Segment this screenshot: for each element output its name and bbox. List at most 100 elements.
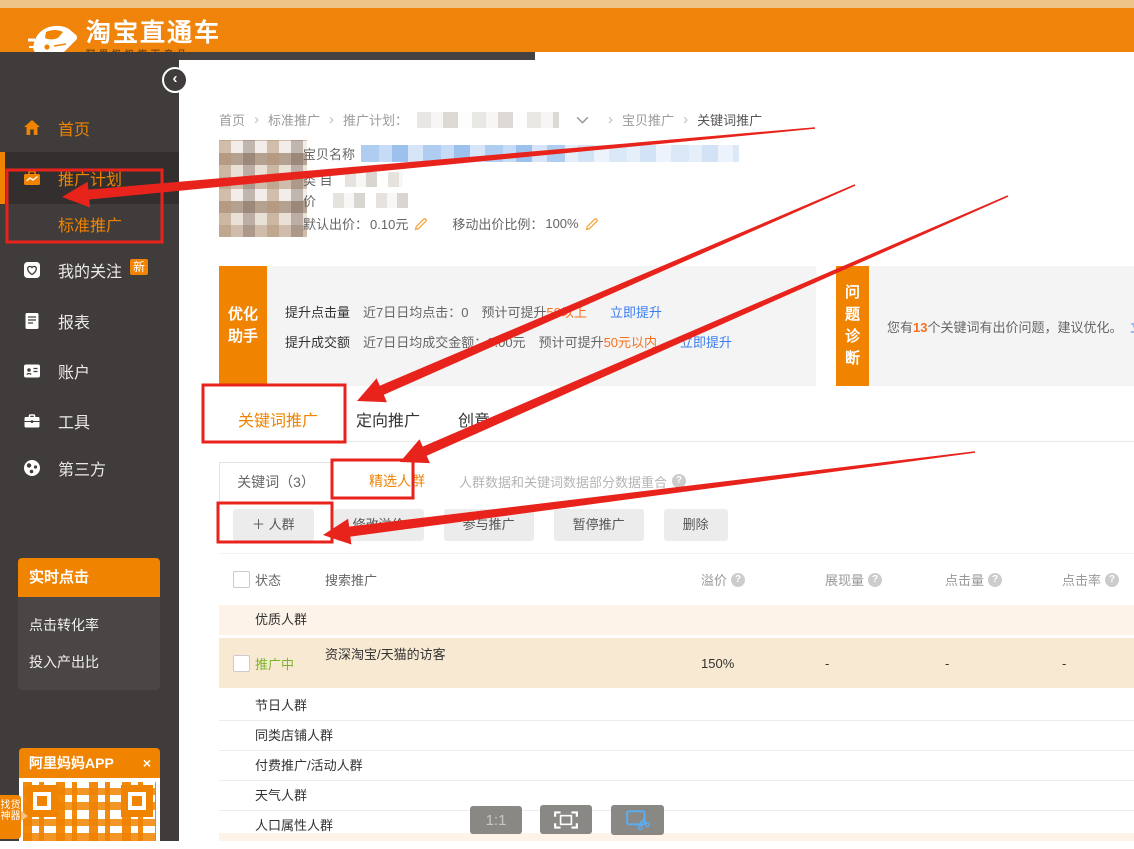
- tab-keyword-promo[interactable]: 关键词推广: [238, 407, 318, 431]
- sidebar-item-label: 工具: [58, 409, 90, 433]
- secondary-dark-strip: [179, 52, 535, 60]
- edit-premium-button[interactable]: 修改溢价: [334, 509, 424, 541]
- find-goods-tag[interactable]: 找货 神器: [0, 795, 21, 839]
- sidebar-item-tools[interactable]: 工具: [0, 406, 179, 436]
- help-icon[interactable]: ?: [672, 474, 686, 488]
- opt-row1-title: 提升点击量: [285, 302, 350, 321]
- edit-pencil-icon[interactable]: [585, 217, 599, 231]
- delete-button[interactable]: 删除: [664, 509, 728, 541]
- select-all-checkbox[interactable]: [233, 571, 250, 588]
- diagnosis-badge: 问题诊断: [836, 266, 869, 386]
- briefcase-chart-icon: [22, 168, 42, 188]
- id-card-icon: [22, 361, 42, 381]
- help-icon[interactable]: ?: [1105, 573, 1119, 587]
- product-price-redacted: [333, 193, 415, 208]
- opt-row2-predict: 预计可提升50元以内: [539, 332, 657, 351]
- close-icon[interactable]: ×: [143, 748, 151, 778]
- breadcrumb-plan-label: 推广计划：: [343, 110, 408, 129]
- table-row[interactable]: 推广中 资深淘宝/天猫的访客 150% - - -: [219, 635, 1134, 691]
- chevron-down-icon[interactable]: [576, 116, 589, 124]
- sidebar-item-campaigns[interactable]: 推广计划: [0, 163, 179, 193]
- help-icon[interactable]: ?: [988, 573, 1002, 587]
- toolbox-icon: [22, 411, 42, 431]
- opt-row1-predict: 预计可提升50以上: [481, 302, 586, 321]
- next-row-strip: [219, 833, 1134, 841]
- col-premium: 溢价?: [701, 570, 825, 589]
- top-accent-strip: [0, 0, 1134, 8]
- group-label: 节日人群: [255, 691, 1134, 720]
- breadcrumb-item-promo[interactable]: 宝贝推广: [622, 110, 674, 129]
- tab-creative[interactable]: 创意: [458, 407, 490, 431]
- product-category-row: 类 目: [303, 170, 403, 189]
- add-crowd-button[interactable]: ＋ 人群: [233, 509, 314, 541]
- col-clicks: 点击量?: [945, 570, 1062, 589]
- mobile-ratio-value: 100%: [545, 216, 578, 231]
- row-checkbox[interactable]: [233, 655, 250, 672]
- sidebar-item-reports[interactable]: 报表: [0, 306, 179, 336]
- product-category-label: 类 目: [303, 170, 333, 189]
- sidebar-item-favorites[interactable]: 我的关注 新: [0, 255, 179, 285]
- snip-button[interactable]: [611, 805, 664, 835]
- default-bid-value: 0.10元: [370, 214, 408, 233]
- opt-row1-boost-link[interactable]: 立即提升: [610, 302, 662, 321]
- mobile-ratio-label: 移动出价比例：: [452, 214, 543, 233]
- logo-title: 淘宝直通车: [86, 20, 221, 46]
- realtime-item-conversion[interactable]: 点击转化率: [29, 615, 160, 635]
- breadcrumb-standard[interactable]: 标准推广: [268, 110, 320, 129]
- breadcrumb: 首页 › 标准推广 › 推广计划： › 宝贝推广 › 关键词推广: [219, 110, 762, 129]
- optimize-helper-banner: 优化助手 提升点击量 近7日日均点击：0 预计可提升50以上 立即提升 提升成交…: [219, 266, 816, 386]
- qr-code: [23, 782, 156, 841]
- fit-screen-icon: [553, 810, 579, 830]
- chevron-right-icon: ›: [608, 111, 613, 128]
- group-row-festival: 节日人群: [219, 691, 1134, 721]
- premium-value: 150%: [701, 656, 825, 671]
- sidebar: 首页 推广计划 标准推广 我的关注 新 报表 账户: [0, 52, 179, 841]
- sidebar-item-thirdparty[interactable]: 第三方: [0, 453, 179, 483]
- opt-row2-boost-link[interactable]: 立即提升: [680, 332, 732, 351]
- join-promo-button[interactable]: 参与推广: [444, 509, 534, 541]
- opt-row2-desc: 近7日日均成交金额：0.00元: [363, 332, 526, 351]
- crowd-data-note: 人群数据和关键词数据部分数据重合 ?: [459, 472, 686, 491]
- tab-targeting-promo[interactable]: 定向推广: [356, 407, 420, 431]
- diagnosis-text: 您有13个关键词有出价问题，建议优化。 立即: [887, 317, 1134, 336]
- chevron-right-icon: ›: [329, 111, 334, 128]
- breadcrumb-home[interactable]: 首页: [219, 110, 245, 129]
- realtime-panel-title: 实时点击: [18, 558, 160, 597]
- home-icon: [22, 118, 42, 138]
- thirdparty-icon: [22, 458, 42, 478]
- col-impressions: 展现量?: [825, 570, 945, 589]
- help-icon[interactable]: ?: [731, 573, 745, 587]
- edit-pencil-icon[interactable]: [414, 217, 428, 231]
- group-row-similar-shop: 同类店铺人群: [219, 721, 1134, 751]
- sidebar-item-home[interactable]: 首页: [0, 113, 179, 143]
- col-status: 状态: [255, 570, 325, 589]
- realtime-item-roi[interactable]: 投入产出比: [29, 652, 160, 672]
- opt-row1-desc: 近7日日均点击：0: [363, 302, 468, 321]
- sidebar-item-standard-promo[interactable]: 标准推广: [0, 209, 179, 239]
- zoom-1to1-button[interactable]: 1:1: [470, 806, 522, 834]
- pause-promo-button[interactable]: 暂停推广: [554, 509, 644, 541]
- find-goods-tag-line: 神器: [0, 811, 21, 822]
- app-qr-widget: 阿里妈妈APP ×: [19, 748, 160, 849]
- realtime-panel: 实时点击 点击转化率 投入产出比: [18, 558, 160, 690]
- sidebar-item-label: 第三方: [58, 456, 106, 480]
- help-icon[interactable]: ?: [868, 573, 882, 587]
- chevron-right-icon: ›: [254, 111, 259, 128]
- diagnosis-banner: 问题诊断 您有13个关键词有出价问题，建议优化。 立即: [836, 266, 1134, 386]
- report-icon: [22, 311, 42, 331]
- subtab-keywords[interactable]: 关键词（3）: [219, 462, 333, 501]
- product-price-row: 价: [303, 191, 415, 210]
- product-name-row: 宝贝名称: [303, 144, 739, 163]
- sidebar-item-label: 账户: [58, 359, 90, 383]
- sidebar-subitem-label: 标准推广: [58, 212, 122, 236]
- fit-screen-button[interactable]: [540, 805, 592, 834]
- group-label: 同类店铺人群: [255, 721, 1134, 750]
- diagnosis-view-link[interactable]: 立即: [1130, 320, 1134, 335]
- subtab-selected-crowd[interactable]: 精选人群: [349, 462, 445, 500]
- product-image-redacted: [219, 140, 307, 237]
- sidebar-collapse-button[interactable]: ‹: [162, 67, 188, 93]
- crowd-name[interactable]: 资深淘宝/天猫的访客: [325, 638, 701, 663]
- sidebar-item-account[interactable]: 账户: [0, 356, 179, 386]
- group-row-premium-crowd: 优质人群: [219, 605, 1134, 635]
- product-name-redacted: [361, 145, 739, 162]
